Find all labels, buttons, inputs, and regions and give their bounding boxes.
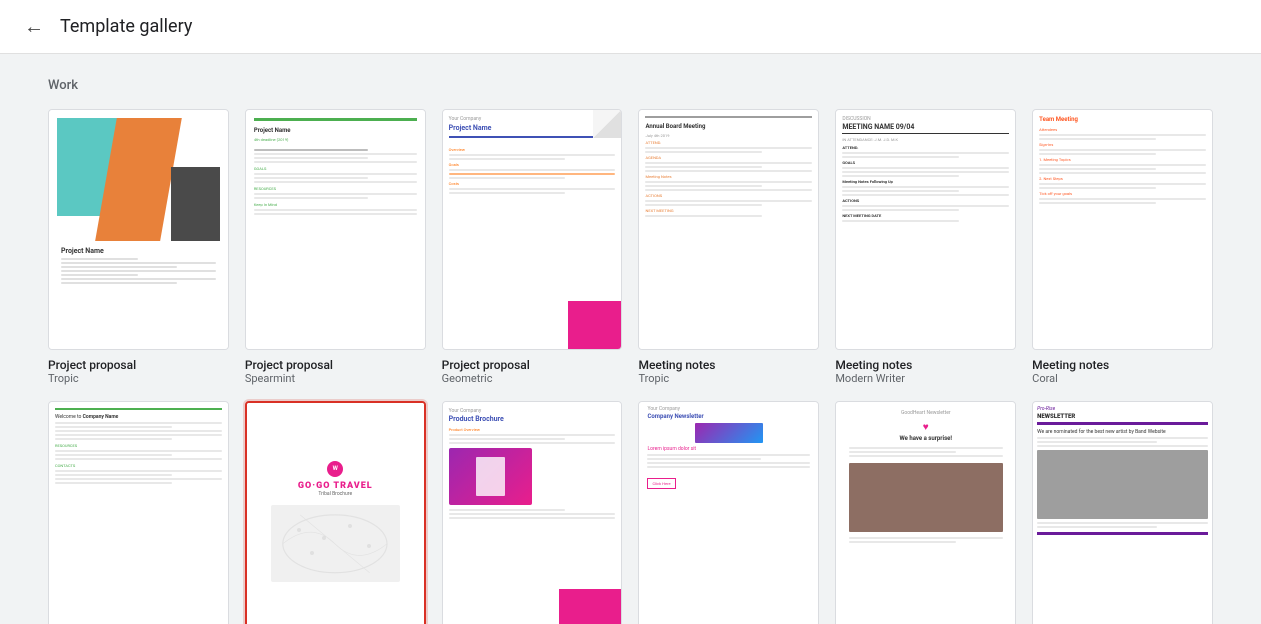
template-sub: Spearmint — [245, 372, 295, 385]
header: ← Template gallery — [0, 0, 1261, 54]
template-brochure-geo[interactable]: Your Company Product Brochure Product Ov… — [442, 401, 623, 624]
template-thumb-newsletter-lively: GoodHeart Newsletter ♥ We have a surpris… — [835, 401, 1016, 624]
section-label-work: Work — [48, 78, 1213, 93]
template-meet-tropic[interactable]: Annual Board Meeting July 4th 2019 ATTEN… — [638, 109, 819, 385]
back-button[interactable]: ← — [24, 14, 44, 39]
content-area: Work Project Name — [0, 54, 1261, 624]
template-name: Meeting notes — [1032, 358, 1109, 372]
template-meet-modern[interactable]: DISCUSSION MEETING NAME 09/04 IN ATTENDA… — [835, 109, 1016, 385]
template-sub: Coral — [1032, 372, 1058, 385]
template-thumb-brochure-geo: Your Company Product Brochure Product Ov… — [442, 401, 623, 624]
template-sub: Tropic — [638, 372, 669, 385]
bro-company-title: GO·GO TRAVEL — [298, 481, 373, 491]
template-thumb-meet-coral: Team Meeting Attendees Sign-ins 1. Meeti… — [1032, 109, 1213, 350]
bro-map — [271, 505, 400, 582]
template-brochure-mw[interactable]: W GO·GO TRAVEL Tribal Brochure — [245, 401, 426, 624]
template-proj-spearmint[interactable]: Project Name 4th deadline (2019) GOALS R… — [245, 109, 426, 385]
page-title: Template gallery — [60, 16, 192, 37]
template-thumb-meet-modern: DISCUSSION MEETING NAME 09/04 IN ATTENDA… — [835, 109, 1016, 350]
thumb-text: Project Name — [61, 247, 216, 255]
template-sub: Geometric — [442, 372, 493, 385]
template-thumb-brochure-mw: W GO·GO TRAVEL Tribal Brochure — [245, 401, 426, 624]
template-thumb-meet-tropic: Annual Board Meeting July 4th 2019 ATTEN… — [638, 109, 819, 350]
template-proj-tropic[interactable]: Project Name Project proposal — [48, 109, 229, 385]
template-newsletter-plum[interactable]: Pro-Rise NEWSLETTER We are nominated for… — [1032, 401, 1213, 624]
template-proj-geometric[interactable]: Your Company Project Name Overview Goals… — [442, 109, 623, 385]
template-sub: Tropic — [48, 372, 79, 385]
template-thumb-newsletter-plum: Pro-Rise NEWSLETTER We are nominated for… — [1032, 401, 1213, 624]
template-thumb-onboard: Welcome to Company Name RESOURCES CONTAC… — [48, 401, 229, 624]
template-name: Meeting notes — [835, 358, 912, 372]
template-name: Project proposal — [48, 358, 136, 372]
template-name: Meeting notes — [638, 358, 715, 372]
template-thumb-proj-tropic: Project Name — [48, 109, 229, 350]
template-onboard-spearmint[interactable]: Welcome to Company Name RESOURCES CONTAC… — [48, 401, 229, 624]
template-newsletter-lively[interactable]: GoodHeart Newsletter ♥ We have a surpris… — [835, 401, 1016, 624]
template-sub: Modern Writer — [835, 372, 905, 385]
templates-grid: Project Name Project proposal — [48, 109, 1213, 624]
template-newsletter-geo[interactable]: Your Company Company Newsletter Lorem ip… — [638, 401, 819, 624]
template-thumb-newsletter-geo: Your Company Company Newsletter Lorem ip… — [638, 401, 819, 624]
badge: W — [327, 461, 343, 477]
bro-company-sub: Tribal Brochure — [318, 491, 352, 497]
template-meet-coral[interactable]: Team Meeting Attendees Sign-ins 1. Meeti… — [1032, 109, 1213, 385]
template-thumb-proj-geometric: Your Company Project Name Overview Goals… — [442, 109, 623, 350]
template-thumb-proj-spearmint: Project Name 4th deadline (2019) GOALS R… — [245, 109, 426, 350]
template-name: Project proposal — [442, 358, 530, 372]
back-icon: ← — [24, 14, 44, 39]
template-name: Project proposal — [245, 358, 333, 372]
